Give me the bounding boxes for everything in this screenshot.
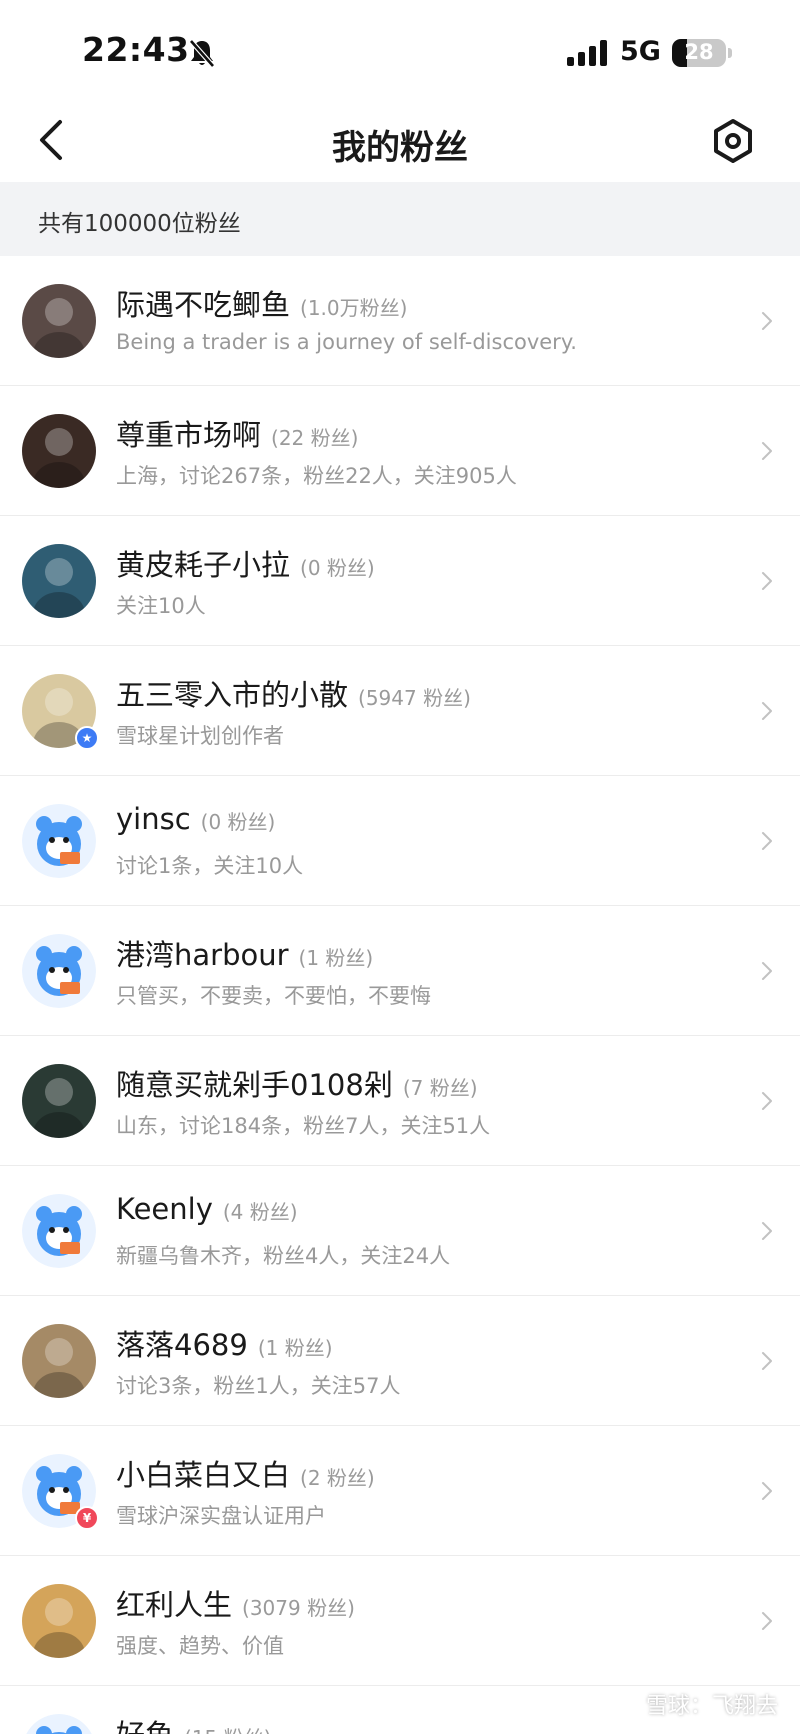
- fan-description: 强度、趋势、价值: [116, 1634, 284, 1658]
- fan-name-line: 随意买就剁手0108剁 (7 粉丝): [116, 1062, 478, 1104]
- fan-description: 雪球星计划创作者: [116, 724, 284, 748]
- signal-bars-icon: [567, 40, 607, 66]
- fan-name[interactable]: Keenly: [116, 1192, 213, 1226]
- chevron-right-icon: [762, 1092, 772, 1110]
- fan-name-line: 小白菜白又白 (2 粉丝): [116, 1452, 375, 1494]
- fan-description: 讨论3条，粉丝1人，关注57人: [116, 1374, 401, 1398]
- fan-list-item[interactable]: Keenly (4 粉丝) 新疆乌鲁木齐，粉丝4人，关注24人: [0, 1166, 800, 1296]
- fan-name[interactable]: yinsc: [116, 802, 191, 836]
- battery-level: 28: [684, 40, 714, 64]
- fan-count-text: 共有100000位粉丝: [38, 211, 241, 237]
- fan-list-item[interactable]: ¥ 小白菜白又白 (2 粉丝) 雪球沪深实盘认证用户: [0, 1426, 800, 1556]
- nav-bar: 我的粉丝: [0, 100, 800, 182]
- fan-name[interactable]: 落落4689: [116, 1328, 248, 1362]
- fan-name[interactable]: 尊重市场啊: [116, 418, 261, 452]
- fan-name-line: 五三零入市的小散 (5947 粉丝): [116, 672, 471, 714]
- fan-name[interactable]: 好鱼: [116, 1718, 174, 1734]
- fan-description: 雪球沪深实盘认证用户: [116, 1504, 326, 1528]
- watermark: 雪球：飞翔去: [645, 1694, 778, 1719]
- fan-name-line: 际遇不吃鲫鱼 (1.0万粉丝): [116, 282, 407, 324]
- fan-list-item[interactable]: 红利人生 (3079 粉丝) 强度、趋势、价值: [0, 1556, 800, 1686]
- fan-follower-count: (1 粉丝): [257, 1336, 333, 1360]
- settings-button[interactable]: [708, 116, 758, 166]
- fan-name[interactable]: 五三零入市的小散: [116, 678, 348, 712]
- chevron-right-icon: [762, 312, 772, 330]
- fan-name[interactable]: 港湾harbour: [116, 938, 289, 972]
- fan-name[interactable]: 红利人生: [116, 1588, 232, 1622]
- fan-follower-count: (0 粉丝): [300, 556, 375, 580]
- fan-name-line: 红利人生 (3079 粉丝): [116, 1582, 355, 1624]
- snowball-mascot-avatar[interactable]: [22, 1194, 96, 1268]
- fan-description: 上海，讨论267条，粉丝22人，关注905人: [116, 464, 517, 488]
- star-badge-icon: ★: [75, 726, 99, 750]
- fan-list: 际遇不吃鲫鱼 (1.0万粉丝) Being a trader is a journe…: [0, 256, 800, 1734]
- fan-description: Being a trader is a journey of self-disc…: [116, 330, 577, 354]
- fan-name[interactable]: 小白菜白又白: [116, 1458, 290, 1492]
- status-time: 22:43: [82, 30, 190, 69]
- photo-sunset-avatar[interactable]: [22, 1064, 96, 1138]
- fan-name-line: 尊重市场啊 (22 粉丝): [116, 412, 358, 454]
- fan-follower-count: (15 粉丝): [184, 1726, 271, 1734]
- fan-list-item[interactable]: yinsc (0 粉丝) 讨论1条，关注10人: [0, 776, 800, 906]
- fan-description: 新疆乌鲁木齐，粉丝4人，关注24人: [116, 1244, 451, 1268]
- photo-hamster-avatar[interactable]: [22, 1324, 96, 1398]
- fan-list-item[interactable]: 落落4689 (1 粉丝) 讨论3条，粉丝1人，关注57人: [0, 1296, 800, 1426]
- photo-autumn-tree-avatar[interactable]: [22, 1584, 96, 1658]
- fan-name-line: Keenly (4 粉丝): [116, 1192, 298, 1226]
- fan-follower-count: (22 粉丝): [271, 426, 359, 450]
- chevron-right-icon: [762, 1612, 772, 1630]
- fan-description: 只管买，不要卖，不要怕，不要悔: [116, 984, 431, 1008]
- fan-follower-count: (1 粉丝): [298, 946, 374, 970]
- fan-list-item[interactable]: 尊重市场啊 (22 粉丝) 上海，讨论267条，粉丝22人，关注905人: [0, 386, 800, 516]
- snowball-mascot-avatar[interactable]: [22, 804, 96, 878]
- yen-badge-icon: ¥: [75, 1506, 99, 1530]
- fan-name[interactable]: 际遇不吃鲫鱼: [116, 288, 290, 322]
- snowball-mascot-avatar[interactable]: [22, 1714, 96, 1734]
- chevron-right-icon: [762, 1352, 772, 1370]
- fan-follower-count: (7 粉丝): [402, 1076, 478, 1100]
- bell-muted-icon: [189, 39, 215, 68]
- fan-description: 山东，讨论184条，粉丝7人，关注51人: [116, 1114, 491, 1138]
- fan-description: 讨论1条，关注10人: [116, 854, 304, 878]
- photo-girl-scarf-avatar[interactable]: [22, 544, 96, 618]
- fan-follower-count: (4 粉丝): [222, 1200, 298, 1224]
- photo-couple-avatar[interactable]: [22, 284, 96, 358]
- chevron-right-icon: [762, 1222, 772, 1240]
- photo-woman-avatar[interactable]: [22, 414, 96, 488]
- fan-follower-count: (0 粉丝): [200, 810, 276, 834]
- fan-follower-count: (5947 粉丝): [358, 686, 471, 710]
- fan-name-line: 好鱼 (15 粉丝): [116, 1712, 271, 1734]
- fan-name[interactable]: 黄皮耗子小拉: [116, 548, 290, 582]
- fan-follower-count: (1.0万粉丝): [300, 296, 408, 320]
- fan-list-item[interactable]: 黄皮耗子小拉 (0 粉丝) 关注10人: [0, 516, 800, 646]
- fan-follower-count: (2 粉丝): [300, 1466, 375, 1490]
- chevron-right-icon: [762, 702, 772, 720]
- chevron-right-icon: [762, 832, 772, 850]
- chevron-right-icon: [762, 962, 772, 980]
- fan-list-item[interactable]: 港湾harbour (1 粉丝) 只管买，不要卖，不要怕，不要悔: [0, 906, 800, 1036]
- fan-list-item[interactable]: ★ 五三零入市的小散 (5947 粉丝) 雪球星计划创作者: [0, 646, 800, 776]
- fan-name-line: 落落4689 (1 粉丝): [116, 1322, 333, 1364]
- page-title: 我的粉丝: [332, 128, 468, 168]
- fan-follower-count: (3079 粉丝): [242, 1596, 355, 1620]
- fan-list-item[interactable]: 际遇不吃鲫鱼 (1.0万粉丝) Being a trader is a journe…: [0, 256, 800, 386]
- network-type: 5G: [620, 36, 661, 67]
- fan-name[interactable]: 随意买就剁手0108剁: [116, 1068, 393, 1102]
- fan-name-line: yinsc (0 粉丝): [116, 802, 275, 836]
- fan-count-bar: 共有100000位粉丝: [0, 182, 800, 256]
- fan-name-line: 港湾harbour (1 粉丝): [116, 932, 373, 974]
- chevron-right-icon: [762, 572, 772, 590]
- chevron-right-icon: [762, 1482, 772, 1500]
- snowball-mascot-avatar[interactable]: [22, 934, 96, 1008]
- status-bar: 22:43 5G 28: [0, 0, 800, 100]
- fan-list-item[interactable]: 随意买就剁手0108剁 (7 粉丝) 山东，讨论184条，粉丝7人，关注51人: [0, 1036, 800, 1166]
- chevron-right-icon: [762, 442, 772, 460]
- battery-indicator: 28: [672, 39, 726, 67]
- fan-name-line: 黄皮耗子小拉 (0 粉丝): [116, 542, 375, 584]
- battery-cap: [728, 48, 732, 58]
- fan-description: 关注10人: [116, 594, 206, 618]
